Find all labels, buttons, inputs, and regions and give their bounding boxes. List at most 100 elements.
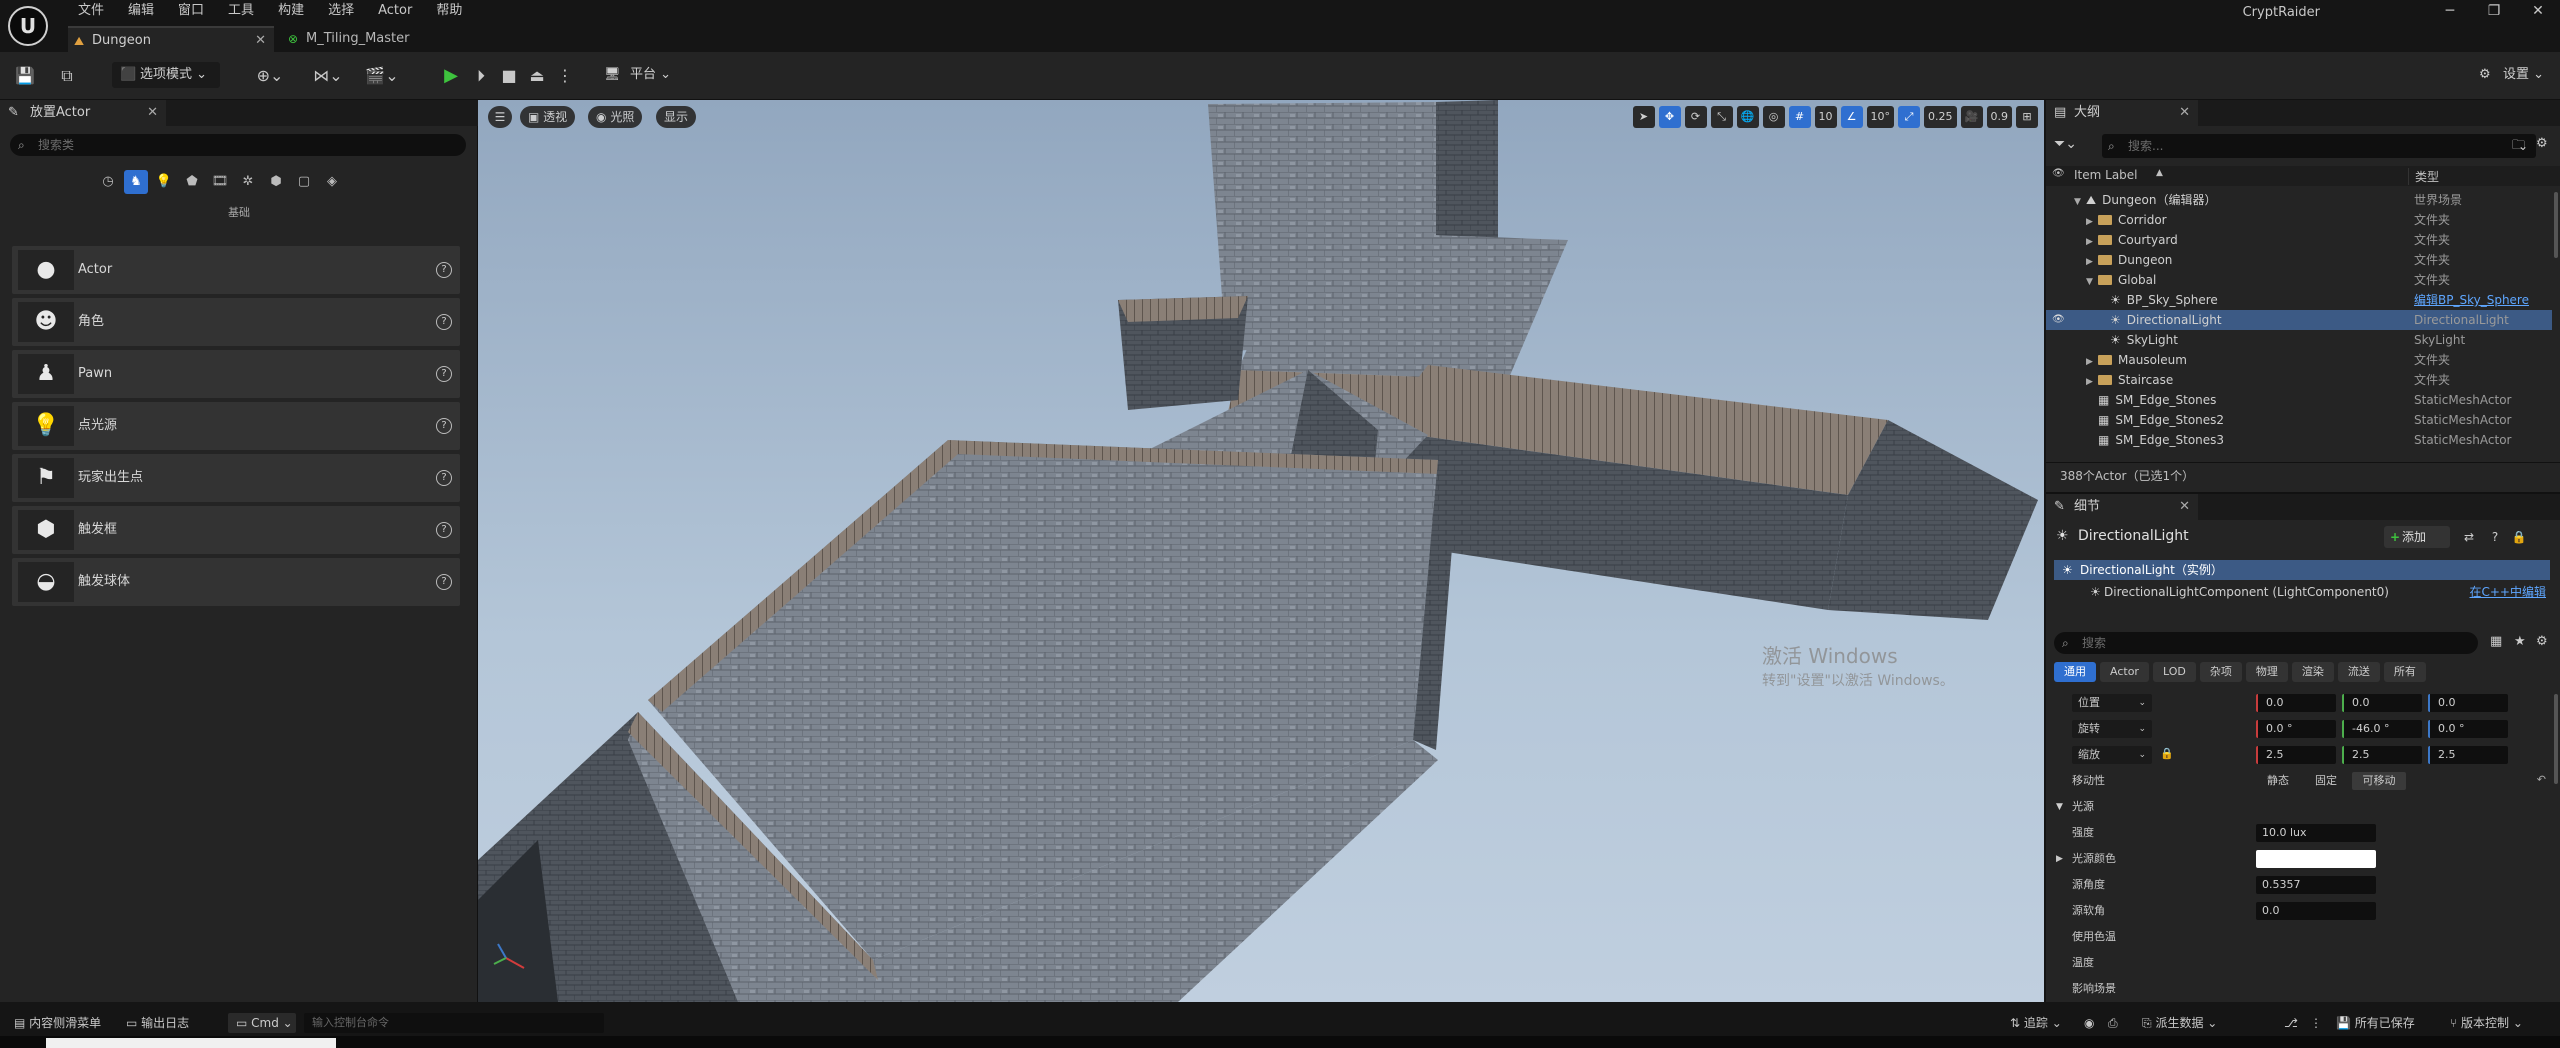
transform-mode-dropdown[interactable]: 缩放 ⌄	[2072, 746, 2152, 764]
outliner-row[interactable]: ▼ ⛰ Dungeon（编辑器） 世界场景	[2046, 190, 2552, 210]
expand-arrow-icon[interactable]: ▼	[2086, 272, 2098, 292]
step-icon[interactable]: ⏵	[468, 64, 494, 88]
world-space-icon[interactable]: 🌐	[1736, 106, 1759, 128]
show-button[interactable]: 显示	[656, 106, 697, 128]
menu-item[interactable]: 选择	[316, 0, 366, 22]
tab-place-actors[interactable]: ✎ 放置Actor ✕	[0, 100, 166, 126]
close-icon[interactable]: ✕	[2179, 100, 2190, 126]
level-viewport[interactable]: ☰ ▣ 透视 ◉ 光照 显示 ➤ ✥ ⟳ ⤡ 🌐 ◎ # 10 ∠ 10° ⤢ …	[478, 100, 2044, 1002]
help-icon[interactable]: ?	[436, 314, 452, 330]
z-field[interactable]: 2.5	[2428, 746, 2508, 764]
viewport-menu-icon[interactable]: ☰	[488, 106, 512, 128]
x-field[interactable]: 2.5	[2256, 746, 2336, 764]
menu-item[interactable]: 帮助	[424, 0, 474, 22]
lock-icon[interactable]: 🔒	[2160, 747, 2174, 760]
column-item-label[interactable]: Item Label	[2074, 168, 2138, 182]
scale-tool-icon[interactable]: ⤡	[1710, 106, 1733, 128]
lighting-button[interactable]: ◉ 光照	[588, 106, 643, 128]
outliner-row[interactable]: ▶ Dungeon 文件夹	[2046, 250, 2552, 270]
menu-item[interactable]: 工具	[216, 0, 266, 22]
close-icon[interactable]: ✕	[147, 100, 158, 126]
expand-arrow-icon[interactable]: ▶	[2056, 854, 2063, 864]
lock-icon[interactable]: 🔒	[2508, 526, 2530, 548]
more-icon[interactable]: ⋮	[2310, 1010, 2322, 1036]
grid-snap-value[interactable]: 10	[1814, 106, 1837, 128]
outliner-row[interactable]: ☀ BP_Sky_Sphere 编辑BP_Sky_Sphere	[2046, 290, 2552, 310]
help-icon[interactable]: ?	[436, 262, 452, 278]
color-swatch[interactable]	[2256, 850, 2376, 868]
actor-item[interactable]: ◒ 触发球体?	[12, 558, 460, 606]
outliner-row-type[interactable]: 编辑BP_Sky_Sphere	[2414, 290, 2529, 310]
translate-tool-icon[interactable]: ✥	[1658, 106, 1681, 128]
expand-arrow-icon[interactable]: ▶	[2086, 212, 2098, 232]
outliner-row[interactable]: ▦ SM_Edge_Stones StaticMeshActor	[2046, 390, 2552, 410]
actor-item[interactable]: ☻ 角色?	[12, 298, 460, 346]
help-icon[interactable]: ?	[436, 574, 452, 590]
stop-icon[interactable]: ■	[496, 64, 522, 88]
filter-tab[interactable]: 杂项	[2199, 662, 2242, 682]
recent-icon[interactable]: ◷	[96, 170, 120, 194]
property-value[interactable]: 0.5357	[2256, 876, 2376, 894]
class-search-input[interactable]: ⌕ 搜索类	[10, 134, 466, 156]
actor-item[interactable]: ● Actor?	[12, 246, 460, 294]
filter-tab[interactable]: 渲染	[2291, 662, 2334, 682]
x-field[interactable]: 0.0	[2256, 694, 2336, 712]
expand-arrow-icon[interactable]: ▶	[2086, 352, 2098, 372]
settings-button[interactable]: ⚙ 设置 ⌄	[2479, 62, 2544, 88]
actor-item[interactable]: ⬢ 触发框?	[12, 506, 460, 554]
component-instance-row[interactable]: ☀ DirectionalLight（实例）	[2054, 560, 2550, 580]
visual-effects-category-icon[interactable]: ✲	[236, 170, 260, 194]
trace-button[interactable]: ⇅ 追踪 ⌄	[2010, 1010, 2062, 1036]
gear-icon[interactable]: ⚙	[2536, 634, 2548, 649]
outliner-search-input[interactable]: ⌕ 搜索... ⌄	[2102, 134, 2536, 158]
all-classes-category-icon[interactable]: ◈	[320, 170, 344, 194]
x-field[interactable]: 0.0 °	[2256, 720, 2336, 738]
mode-select-button[interactable]: ⬛ 选项模式 ⌄	[112, 62, 220, 88]
grid-snap-icon[interactable]: #	[1788, 106, 1811, 128]
outliner-row[interactable]: ▦ SM_Edge_Stones2 StaticMeshActor	[2046, 410, 2552, 430]
property-value[interactable]: 0.0	[2256, 902, 2376, 920]
outliner-scrollbar[interactable]	[2554, 192, 2558, 258]
outliner-row[interactable]: ▶ Courtyard 文件夹	[2046, 230, 2552, 250]
eject-icon[interactable]: ⏏	[524, 64, 550, 88]
outliner-row[interactable]: ☀ SkyLight SkyLight	[2046, 330, 2552, 350]
browse-icon[interactable]: ⧉	[56, 64, 78, 88]
z-field[interactable]: 0.0 °	[2428, 720, 2508, 738]
expand-arrow-icon[interactable]: ▶	[2086, 252, 2098, 272]
y-field[interactable]: -46.0 °	[2342, 720, 2422, 738]
reset-icon[interactable]: ↶	[2537, 773, 2546, 786]
y-field[interactable]: 2.5	[2342, 746, 2422, 764]
expand-arrow-icon[interactable]: ▶	[2086, 372, 2098, 392]
derived-data-button[interactable]: ⎘ 派生数据 ⌄	[2142, 1010, 2217, 1036]
z-field[interactable]: 0.0	[2428, 694, 2508, 712]
expand-arrow-icon[interactable]: ▼	[2074, 192, 2086, 212]
record-icon[interactable]: ◉	[2084, 1010, 2094, 1036]
property-matrix-icon[interactable]: ▦	[2490, 634, 2502, 649]
menu-item[interactable]: Actor	[366, 0, 424, 22]
menu-item[interactable]: 编辑	[116, 0, 166, 22]
shapes-category-icon[interactable]: ⬟	[180, 170, 204, 194]
volumes-category-icon[interactable]: ▢	[292, 170, 316, 194]
filter-tab[interactable]: 流送	[2337, 662, 2380, 682]
save-all-button[interactable]: 💾 所有已保存	[2336, 1010, 2415, 1036]
eye-icon[interactable]: 👁	[2052, 168, 2065, 179]
output-log-button[interactable]: ▭ 输出日志	[126, 1010, 189, 1036]
add-component-button[interactable]: + 添加	[2384, 526, 2450, 548]
add-folder-icon[interactable]: 🗀	[2512, 136, 2525, 158]
y-field[interactable]: 0.0	[2342, 694, 2422, 712]
add-actor-icon[interactable]: ⊕⌄	[250, 64, 290, 88]
outliner-row[interactable]: ▼ Global 文件夹	[2046, 270, 2552, 290]
close-tab-icon[interactable]: ✕	[255, 28, 266, 54]
mobility-option[interactable]: 可移动	[2352, 772, 2406, 790]
surface-snap-icon[interactable]: ◎	[1762, 106, 1785, 128]
menu-item[interactable]: 构建	[266, 0, 316, 22]
help-icon[interactable]: ?	[436, 418, 452, 434]
source-control-button[interactable]: ⑂ 版本控制 ⌄	[2450, 1010, 2523, 1036]
actor-item[interactable]: 💡 点光源?	[12, 402, 460, 450]
filter-tab[interactable]: 所有	[2383, 662, 2426, 682]
tab-details[interactable]: ✎ 细节 ✕	[2046, 494, 2198, 520]
play-icon[interactable]: ▶	[438, 64, 464, 88]
outliner-row[interactable]: ▶ Staircase 文件夹	[2046, 370, 2552, 390]
taskbar-window-thumbnail[interactable]	[46, 1038, 336, 1048]
menu-item[interactable]: 文件	[66, 0, 116, 22]
